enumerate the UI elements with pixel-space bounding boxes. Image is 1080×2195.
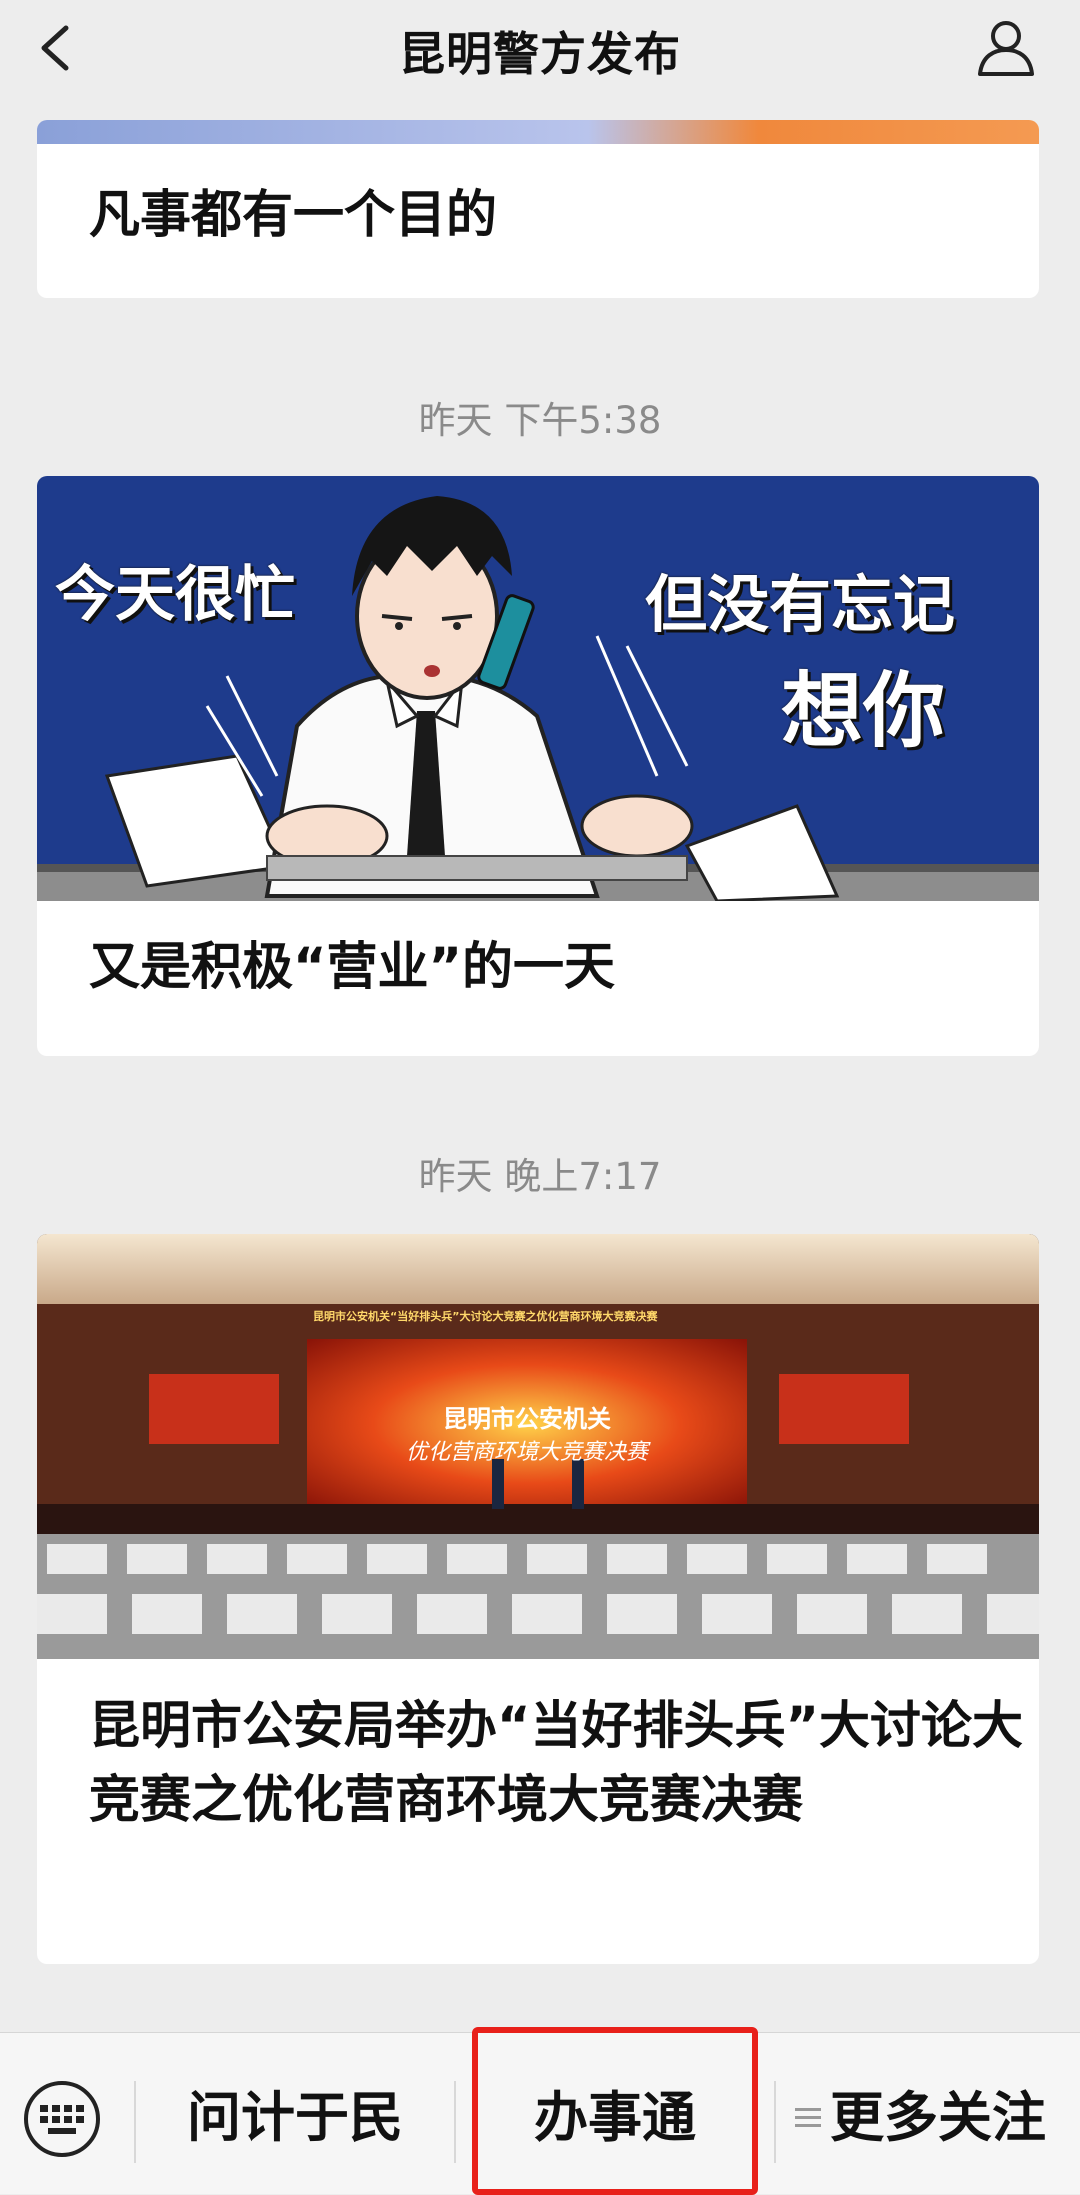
top-bar: 昆明警方发布 xyxy=(0,0,1080,96)
user-profile-icon[interactable] xyxy=(974,16,1038,80)
menu-lines-icon xyxy=(795,2108,821,2127)
message-timestamp: 昨天 下午5:38 xyxy=(418,399,662,442)
highlight-box xyxy=(472,2027,758,2195)
article-card[interactable]: 今天很忙 但没有忘记 想你 又是积极“营业”的一天 xyxy=(37,476,1039,1056)
article-title: 凡事都有一个目的 xyxy=(89,186,498,245)
article-cover-image xyxy=(37,120,1039,144)
illustration-text: 今天很忙 xyxy=(55,560,295,630)
article-cover-image: 今天很忙 但没有忘记 想你 xyxy=(37,476,1039,901)
menu-item-wenji[interactable]: 问计于民 xyxy=(140,2063,450,2173)
article-card[interactable]: 凡事都有一个目的 xyxy=(37,120,1039,298)
keyboard-icon[interactable] xyxy=(22,2079,102,2159)
menu-divider xyxy=(454,2081,456,2163)
bottom-menu-bar: 问计于民 办事通 更多关注 xyxy=(0,2027,1080,2195)
illustration-text: 想你 xyxy=(781,664,946,759)
menu-divider xyxy=(134,2081,136,2163)
illustration-text: 但没有忘记 xyxy=(645,568,956,641)
screen-title-text: 昆明市公安机关 xyxy=(443,1405,611,1433)
venue-banner-text: 昆明市公安机关“当好排头兵”大讨论大竞赛之优化营商环境大竞赛决赛 xyxy=(313,1310,658,1323)
article-title: 又是积极“营业”的一天 xyxy=(89,938,616,997)
screen-subtitle-text: 优化营商环境大竞赛决赛 xyxy=(405,1440,648,1465)
article-cover-image: 昆明市公安机关“当好排头兵”大讨论大竞赛之优化营商环境大竞赛决赛 昆明市公安机关… xyxy=(37,1234,1039,1659)
article-title: 昆明市公安局举办“当好排头兵”大讨论大竞赛之优化营商环境大竞赛决赛 xyxy=(89,1697,1024,1830)
page-title: 昆明警方发布 xyxy=(399,27,681,81)
article-card[interactable]: 昆明市公安机关“当好排头兵”大讨论大竞赛之优化营商环境大竞赛决赛 昆明市公安机关… xyxy=(37,1234,1039,1964)
menu-item-more[interactable]: 更多关注 xyxy=(830,2063,1076,2173)
message-timestamp: 昨天 晚上7:17 xyxy=(418,1155,662,1198)
menu-divider xyxy=(774,2081,776,2163)
